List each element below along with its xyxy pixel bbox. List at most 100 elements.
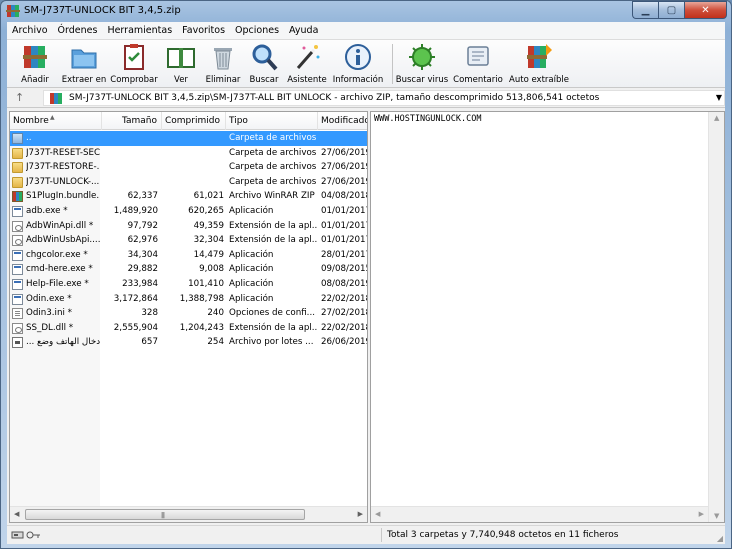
add-label: Añadir <box>21 75 49 85</box>
view-book-icon <box>167 48 195 68</box>
table-row[interactable]: AdbWinApi.dll * 97,792 49,359 Extensión de … <box>10 219 367 234</box>
file-size <box>102 160 158 175</box>
table-row[interactable]: Odin3.ini * 328 240 Opciones de confi... 27/… <box>10 306 367 321</box>
close-icon: ✕ <box>701 4 710 16</box>
menu-herramientas[interactable]: Herramientas <box>102 22 177 39</box>
ini-file-icon <box>12 308 23 320</box>
table-row[interactable]: J737T-RESTORE-... Carpeta de archivos 27/0… <box>10 160 368 175</box>
table-row[interactable]: AdbWinUsbApi.... 62,976 32,304 Extensión de… <box>10 233 367 248</box>
comment-button[interactable]: Comentario <box>451 42 505 88</box>
table-row[interactable]: Help-File.exe * 233,984 101,410 Aplicación 0… <box>10 277 367 292</box>
column-name[interactable]: Nombre ▲ <box>10 112 102 130</box>
winrar-app-icon[interactable] <box>6 4 20 18</box>
test-button[interactable]: Comprobar <box>109 42 159 88</box>
add-button[interactable]: Añadir <box>13 42 57 88</box>
menu-ayuda[interactable]: Ayuda <box>284 22 323 39</box>
table-row[interactable]: chgcolor.exe * 34,304 14,479 Aplicación 28/0… <box>10 248 367 263</box>
file-type: Carpeta de archivos <box>229 147 317 158</box>
column-packed[interactable]: Comprimido <box>162 112 226 130</box>
scroll-left-icon[interactable]: ◀ <box>14 510 19 518</box>
file-modified: 27/06/2019 ( <box>321 176 368 187</box>
name-cell: Help-File.exe * <box>10 277 100 292</box>
trash-icon <box>214 48 232 70</box>
menu-ordenes[interactable]: Órdenes <box>53 22 103 39</box>
file-modified: 09/08/2015 1 <box>321 264 368 275</box>
minimize-button[interactable]: ▁ <box>632 1 658 19</box>
info-button[interactable]: Información <box>331 42 385 88</box>
sfx-button[interactable]: Auto extraíble <box>507 42 571 88</box>
preview-horizontal-scrollbar[interactable]: ◀ ▶ <box>371 506 708 522</box>
column-size[interactable]: Tamaño <box>102 112 162 130</box>
table-row[interactable]: S1PlugIn.bundle... 62,337 61,021 Archivo Wi… <box>10 189 367 204</box>
table-row[interactable]: Odin.exe * 3,172,864 1,388,798 Aplicación 22… <box>10 292 367 307</box>
file-name: J737T-RESET-SEC <box>26 147 100 158</box>
address-field[interactable]: SM-J737T-UNLOCK BIT 3,4,5.zip\SM-J737T-A… <box>43 90 725 106</box>
rar-file-icon <box>12 191 23 203</box>
column-modified[interactable]: Modificado <box>318 112 367 130</box>
table-row[interactable]: J737T-RESET-SEC Carpeta de archivos 27/06/… <box>10 146 367 161</box>
file-size: 1,489,920 <box>113 205 158 216</box>
delete-button[interactable]: Eliminar <box>203 42 243 88</box>
maximize-button[interactable]: ▢ <box>658 1 684 19</box>
scroll-up-icon[interactable]: ▲ <box>714 114 719 122</box>
dll-file-icon <box>12 220 23 232</box>
dropdown-arrow-icon[interactable]: ▼ <box>716 93 722 102</box>
file-size: 233,984 <box>122 278 158 289</box>
view-button[interactable]: Ver <box>161 42 201 88</box>
menu-favoritos[interactable]: Favoritos <box>177 22 230 39</box>
title-bar[interactable]: SM-J737T-UNLOCK BIT 3,4,5.zip ▁ ▢ ✕ <box>1 1 731 21</box>
scrollbar-thumb[interactable]: ||| <box>25 509 305 520</box>
virus-scan-icon <box>409 44 435 70</box>
file-name: S1PlugIn.bundle... <box>26 191 100 202</box>
table-row[interactable]: SS_DL.dll * 2,555,904 1,204,243 Extensión d… <box>10 321 367 336</box>
resize-grip-icon[interactable]: ◢ <box>717 534 723 543</box>
up-file-icon <box>12 133 23 144</box>
close-button[interactable]: ✕ <box>684 1 727 19</box>
scroll-right-icon[interactable]: ▶ <box>699 510 704 518</box>
file-packed <box>162 175 224 190</box>
scroll-right-icon[interactable]: ▶ <box>358 510 363 518</box>
up-folder-button[interactable]: ↑ <box>15 91 29 105</box>
file-size: 2,555,904 <box>113 322 158 333</box>
table-row[interactable]: cmd-here.exe * 29,882 9,008 Aplicación 09/08… <box>10 262 368 277</box>
table-row[interactable]: adb.exe * 1,489,920 620,265 Aplicación 01/01… <box>10 204 367 219</box>
table-row[interactable]: J737T-UNLOCK-... Carpeta de archivos 27/06… <box>10 175 368 190</box>
name-cell: J737T-RESET-SEC <box>10 146 100 161</box>
extract-button[interactable]: Extraer en <box>59 42 109 88</box>
file-type: Carpeta de archivos <box>229 176 317 187</box>
virus-scan-label: Buscar virus <box>395 75 449 85</box>
sfx-books-icon <box>527 44 552 68</box>
name-cell: Odin.exe * <box>10 292 100 307</box>
file-type: Extensión de la apl... <box>229 220 317 231</box>
table-row[interactable]: .. Carpeta de archivos <box>10 131 367 146</box>
file-name: ... ادخال الهاتف وضع <box>26 337 100 348</box>
file-type: Extensión de la apl... <box>229 322 317 333</box>
menu-opciones[interactable]: Opciones <box>230 22 284 39</box>
wizard-label: Asistente <box>287 75 327 85</box>
scroll-down-icon[interactable]: ▼ <box>714 512 719 520</box>
status-bar: Total 3 carpetas y 7,740,948 octetos en … <box>7 525 725 544</box>
name-cell: ... ادخال الهاتف وضع <box>10 335 100 350</box>
scroll-left-icon[interactable]: ◀ <box>375 510 380 518</box>
file-modified: 27/06/2019 ( <box>321 162 368 173</box>
horizontal-scrollbar[interactable]: ◀ ||| ▶ <box>10 506 367 522</box>
virus-scan-button[interactable]: Buscar virus <box>395 42 449 88</box>
file-name: AdbWinApi.dll * <box>26 220 94 231</box>
wizard-button[interactable]: Asistente <box>285 42 329 88</box>
drive-key-icon[interactable] <box>11 530 41 540</box>
column-type[interactable]: Tipo <box>226 112 318 130</box>
find-button[interactable]: Buscar <box>247 42 281 88</box>
window-title: SM-J737T-UNLOCK BIT 3,4,5.zip <box>24 5 181 16</box>
file-name: cmd-here.exe * <box>26 264 93 275</box>
file-packed: 101,410 <box>188 278 224 289</box>
name-cell: J737T-UNLOCK-... <box>10 175 100 190</box>
file-list-header: Nombre ▲ Tamaño Comprimido Tipo Modifica… <box>10 112 367 130</box>
table-row[interactable]: ... ادخال الهاتف وضع 657 254 Archivo por lo… <box>10 335 367 350</box>
menu-archivo[interactable]: Archivo <box>7 22 53 39</box>
comment-preview[interactable]: WWW.HOSTINGUNLOCK.COM ▲ ▼ ◀ ▶ <box>370 111 725 523</box>
arrow-up-icon: ↑ <box>15 91 25 104</box>
file-name: J737T-RESTORE-... <box>26 162 100 173</box>
file-size: 328 <box>141 308 158 319</box>
file-size: 62,337 <box>127 191 158 202</box>
vertical-scrollbar[interactable]: ▲ ▼ <box>708 112 724 522</box>
